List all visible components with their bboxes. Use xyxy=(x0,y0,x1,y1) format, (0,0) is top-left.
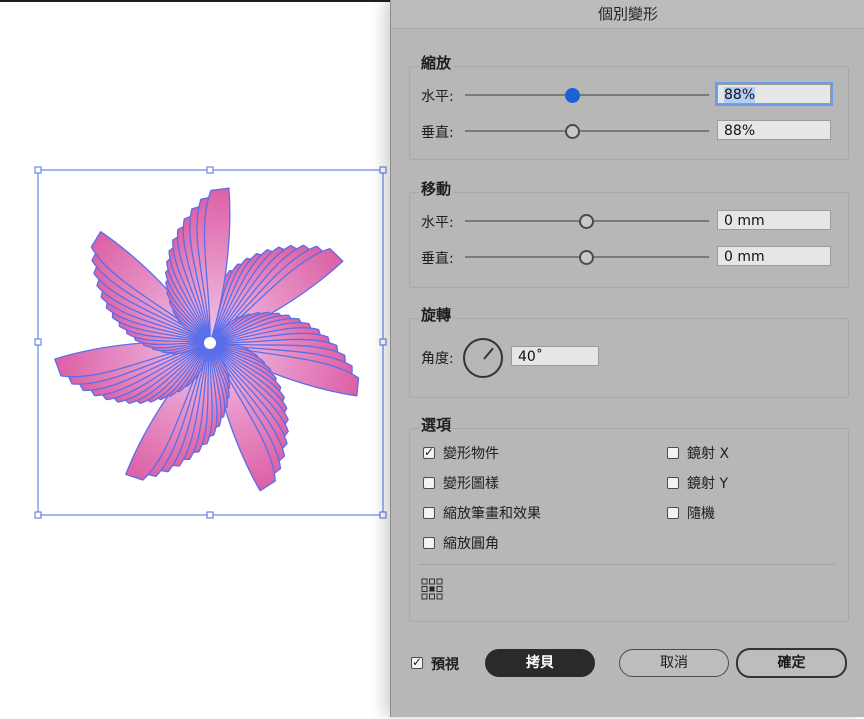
selection-handle-bottom-right[interactable] xyxy=(379,511,387,519)
artboard-canvas[interactable] xyxy=(0,2,392,719)
move-horizontal-label: 水平: xyxy=(421,215,454,231)
scale-horizontal-slider-thumb[interactable] xyxy=(565,88,580,103)
pinwheel-center xyxy=(204,337,216,349)
transform-patterns-label: 變形圖樣 xyxy=(443,476,499,492)
reflect-y-checkbox[interactable] xyxy=(667,477,679,489)
options-separator xyxy=(419,564,835,565)
reference-point-icon[interactable] xyxy=(421,578,443,600)
pinwheel-blades xyxy=(54,187,360,492)
scale-group-title: 縮放 xyxy=(419,52,454,73)
transform-objects-checkbox[interactable] xyxy=(423,445,435,459)
scale-horizontal-slider[interactable] xyxy=(465,94,709,96)
scale-corners-label: 縮放圓角 xyxy=(443,536,499,552)
move-group xyxy=(409,192,849,288)
selection-handle-top[interactable] xyxy=(206,166,214,174)
scale-vertical-slider[interactable] xyxy=(465,130,709,132)
random-checkbox[interactable] xyxy=(667,507,679,519)
move-vertical-slider-thumb[interactable] xyxy=(579,250,594,265)
preview-label: 預視 xyxy=(431,657,459,673)
move-vertical-input[interactable]: 0 mm xyxy=(717,246,831,266)
preview-checkbox[interactable] xyxy=(411,655,423,669)
ok-button[interactable]: 確定 xyxy=(736,648,847,678)
angle-dial-needle xyxy=(483,347,494,360)
rotate-angle-input[interactable]: 40˚ xyxy=(511,346,599,366)
reflect-x-checkbox[interactable] xyxy=(667,447,679,459)
transform-objects-label: 變形物件 xyxy=(443,446,499,462)
random-label: 隨機 xyxy=(687,506,715,522)
scale-strokes-checkbox[interactable] xyxy=(423,507,435,519)
scale-horizontal-input[interactable]: 88% xyxy=(715,82,833,106)
selection-handle-top-right[interactable] xyxy=(379,166,387,174)
reflect-y-label: 鏡射 Y xyxy=(687,476,729,492)
move-horizontal-input[interactable]: 0 mm xyxy=(717,210,831,230)
reflect-x-label: 鏡射 X xyxy=(687,446,730,462)
scale-group xyxy=(409,66,849,160)
copy-button[interactable]: 拷貝 xyxy=(485,649,595,677)
cancel-button[interactable]: 取消 xyxy=(619,649,729,677)
move-horizontal-slider-thumb[interactable] xyxy=(579,214,594,229)
scale-corners-checkbox[interactable] xyxy=(423,537,435,549)
transform-each-dialog: 個別變形 縮放 水平: 88% 垂直: 88% 移動 水平: 0 mm 垂直: … xyxy=(390,0,864,717)
move-vertical-label: 垂直: xyxy=(421,251,454,267)
scale-strokes-label: 縮放筆畫和效果 xyxy=(443,506,541,522)
scale-vertical-label: 垂直: xyxy=(421,125,454,141)
selection-handle-bottom[interactable] xyxy=(206,511,214,519)
rotate-group-title: 旋轉 xyxy=(419,304,454,325)
pinwheel-artwork[interactable] xyxy=(0,2,392,719)
scale-vertical-input[interactable]: 88% xyxy=(717,120,831,140)
options-group-title: 選項 xyxy=(419,414,454,435)
selection-handle-right[interactable] xyxy=(379,338,387,346)
rotate-angle-label: 角度: xyxy=(421,351,454,367)
selection-handle-left[interactable] xyxy=(34,338,42,346)
selection-handle-bottom-left[interactable] xyxy=(34,511,42,519)
dialog-title: 個別變形 xyxy=(391,0,864,29)
selection-handle-top-left[interactable] xyxy=(34,166,42,174)
scale-vertical-slider-thumb[interactable] xyxy=(565,124,580,139)
move-group-title: 移動 xyxy=(419,178,454,199)
angle-dial[interactable] xyxy=(463,338,503,378)
scale-horizontal-label: 水平: xyxy=(421,89,454,105)
transform-patterns-checkbox[interactable] xyxy=(423,477,435,489)
